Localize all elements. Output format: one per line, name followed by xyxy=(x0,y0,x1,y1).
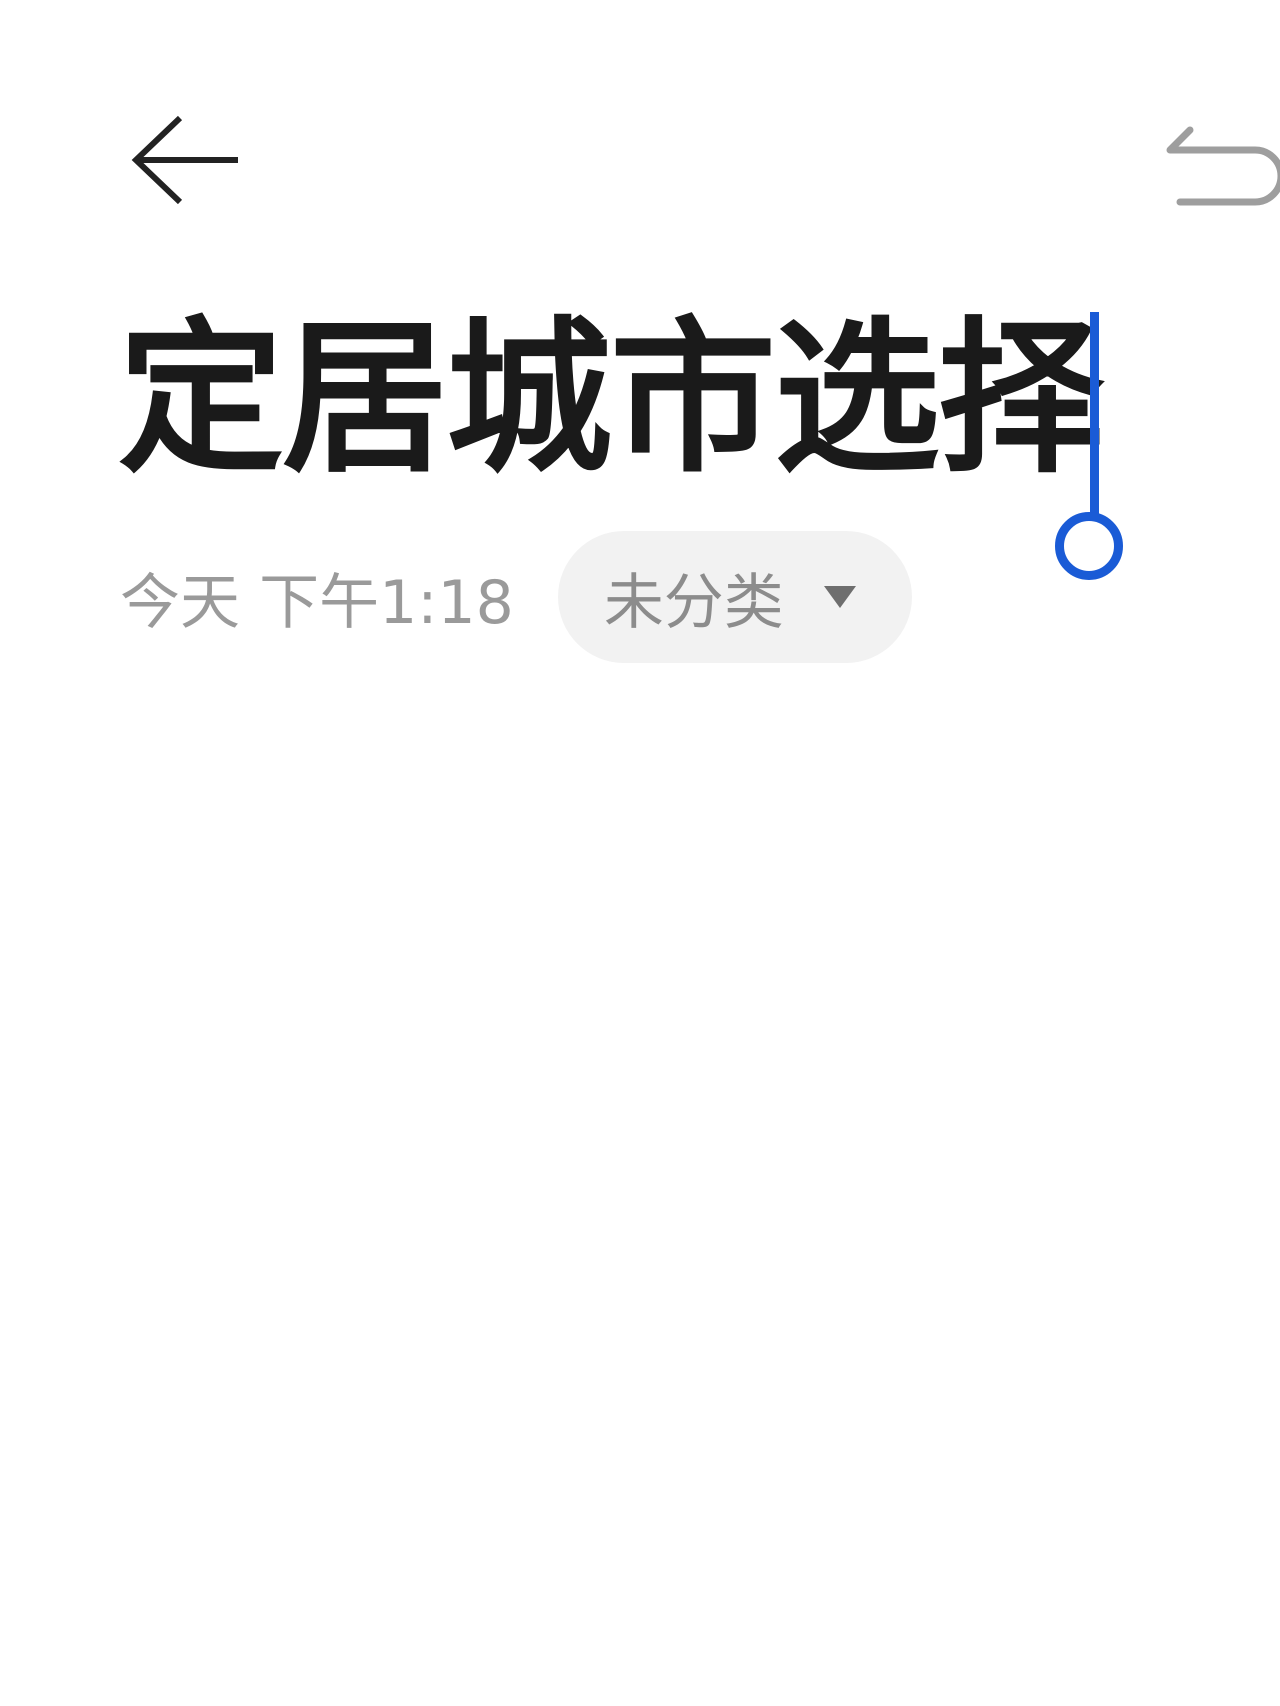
undo-icon xyxy=(1166,126,1280,206)
note-meta: 今天 下午1:18 未分类 xyxy=(120,530,912,664)
note-title-field[interactable]: 定居城市选择 xyxy=(118,300,1104,500)
category-label: 未分类 xyxy=(603,567,784,638)
text-cursor xyxy=(1090,312,1099,522)
category-dropdown[interactable]: 未分类 xyxy=(557,531,912,663)
caret-down-icon xyxy=(823,586,856,608)
back-button[interactable] xyxy=(118,100,248,210)
undo-button[interactable] xyxy=(1160,118,1280,208)
note-title: 定居城市选择 xyxy=(118,303,1104,496)
note-date: 今天 下午1:18 xyxy=(120,567,514,638)
arrow-left-icon xyxy=(131,115,238,205)
cursor-handle[interactable] xyxy=(1055,512,1123,580)
